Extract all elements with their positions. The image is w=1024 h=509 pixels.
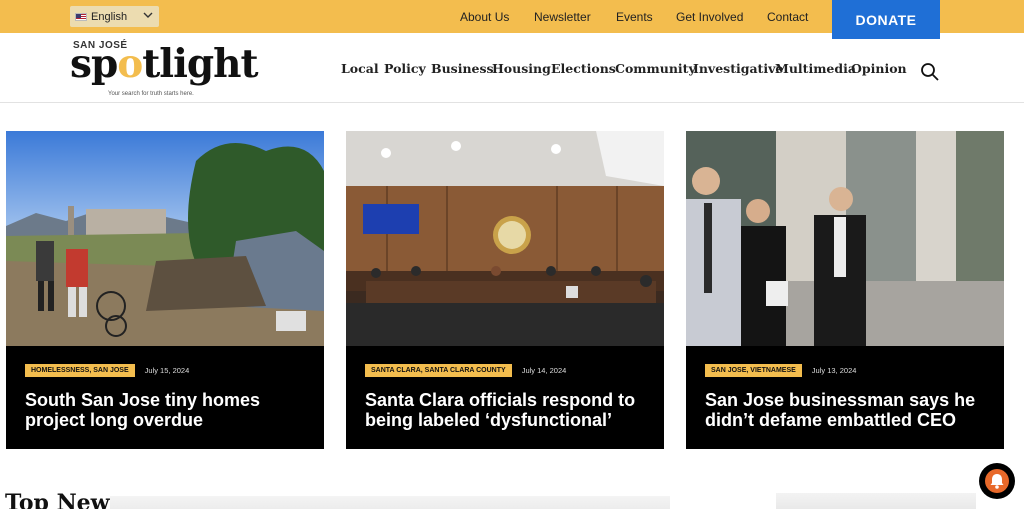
link-get-involved[interactable]: Get Involved [676, 10, 743, 24]
notification-bell-button[interactable] [979, 463, 1015, 499]
nav-opinion[interactable]: Opinion [851, 33, 907, 103]
article-meta-2: SANTA CLARA, SANTA CLARA COUNTY July 14,… [365, 364, 566, 377]
article-meta-1: HOMELESSNESS, SAN JOSE July 15, 2024 [25, 364, 189, 377]
logo-wordmark: spotlight [70, 41, 259, 87]
article-meta-3: SAN JOSE, VIETNAMESE July 13, 2024 [705, 364, 856, 377]
search-icon[interactable] [920, 62, 940, 82]
nav-community[interactable]: Community [615, 33, 696, 103]
nav-elections[interactable]: Elections [551, 33, 616, 103]
nav-investigative[interactable]: Investigative [693, 33, 783, 103]
nav-local[interactable]: Local [341, 33, 379, 103]
article-title-3[interactable]: San Jose businessman says he didn’t defa… [705, 390, 995, 430]
logo-word-a: sp [70, 41, 118, 87]
article-date: July 14, 2024 [521, 366, 567, 375]
link-events[interactable]: Events [616, 10, 653, 24]
chevron-down-icon [143, 12, 153, 18]
language-selector[interactable]: English [70, 6, 159, 27]
nav-business[interactable]: Business [431, 33, 494, 103]
link-about-us[interactable]: About Us [460, 10, 509, 24]
article-title-1[interactable]: South San Jose tiny homes project long o… [25, 390, 315, 430]
category-badge[interactable]: SAN JOSE, VIETNAMESE [705, 364, 802, 377]
category-badge[interactable]: SANTA CLARA, SANTA CLARA COUNTY [365, 364, 512, 377]
logo-word-b: tlight [142, 41, 258, 87]
article-card-3[interactable]: SAN JOSE, VIETNAMESE July 13, 2024 San J… [686, 131, 1004, 449]
site-header: SAN JOSÉ spotlight Your search for truth… [0, 33, 1024, 103]
link-newsletter[interactable]: Newsletter [534, 10, 591, 24]
us-flag-icon [75, 12, 87, 21]
site-logo[interactable]: SAN JOSÉ spotlight Your search for truth… [70, 39, 259, 99]
language-label: English [91, 10, 128, 23]
article-card-2[interactable]: SANTA CLARA, SANTA CLARA COUNTY July 14,… [346, 131, 664, 449]
article-date: July 13, 2024 [811, 366, 857, 375]
article-image-encampment[interactable] [6, 131, 324, 346]
top-news-preview-strip [110, 496, 670, 509]
nav-housing[interactable]: Housing [492, 33, 551, 103]
bell-icon [985, 469, 1009, 493]
nav-policy[interactable]: Policy [384, 33, 426, 103]
top-news-preview-thumb [776, 493, 976, 509]
category-badge[interactable]: HOMELESSNESS, SAN JOSE [25, 364, 135, 377]
logo-tagline: Your search for truth starts here. [108, 91, 194, 97]
link-contact[interactable]: Contact [767, 10, 808, 24]
section-title-top-news: Top News [5, 490, 122, 509]
logo-o-mark: o [117, 41, 143, 87]
nav-multimedia[interactable]: Multimedia [775, 33, 856, 103]
article-title-2[interactable]: Santa Clara officials respond to being l… [365, 390, 655, 430]
article-image-council-chamber[interactable] [346, 131, 664, 346]
article-date: July 15, 2024 [144, 366, 190, 375]
article-card-1[interactable]: HOMELESSNESS, SAN JOSE July 15, 2024 Sou… [6, 131, 324, 449]
article-image-businessmen[interactable] [686, 131, 1004, 346]
